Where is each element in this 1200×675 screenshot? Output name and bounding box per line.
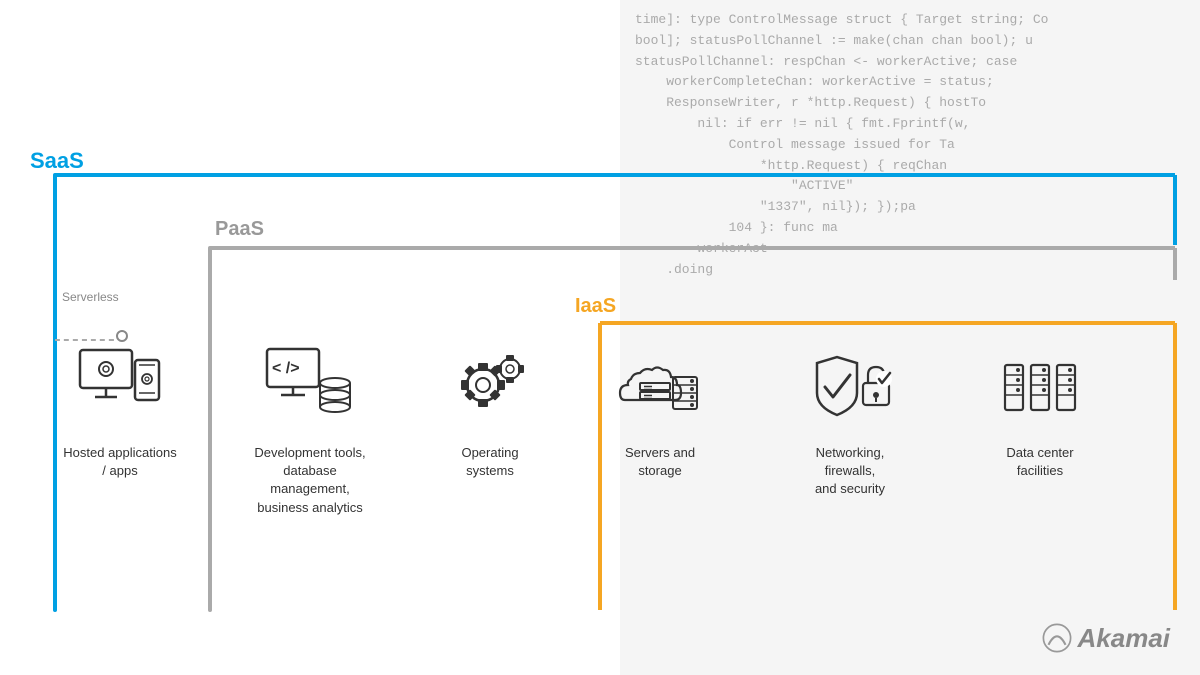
saas-label: SaaS (30, 148, 84, 174)
os-label: Operatingsystems (461, 444, 518, 480)
servers-item: Servers andstorage (570, 340, 750, 517)
networking-item: Networking,firewalls,and security (750, 340, 950, 517)
servers-icon (615, 340, 705, 430)
akamai-logo-icon (1040, 621, 1074, 655)
bracket-lines (0, 0, 1200, 675)
datacenter-item: Data centerfacilities (950, 340, 1130, 517)
serverless-label: Serverless (62, 290, 119, 304)
datacenter-label: Data centerfacilities (1006, 444, 1073, 480)
paas-label: PaaS (215, 218, 264, 241)
servers-label: Servers andstorage (625, 444, 695, 480)
datacenter-icon (995, 340, 1085, 430)
networking-icon (805, 340, 895, 430)
icons-row: Hosted applications/ apps < /> (30, 340, 1130, 517)
akamai-logo: Akamai (1040, 621, 1171, 655)
networking-label: Networking,firewalls,and security (815, 444, 885, 499)
dev-tools-icon: < /> (265, 340, 355, 430)
diagram-area: SaaS PaaS IaaS Serverless (0, 0, 1200, 675)
iaas-label: IaaS (575, 295, 616, 318)
akamai-logo-text: Akamai (1078, 623, 1171, 654)
hosted-apps-label: Hosted applications/ apps (63, 444, 176, 480)
svg-text:< />: < /> (272, 360, 300, 377)
os-icon (445, 340, 535, 430)
hosted-apps-item: Hosted applications/ apps (30, 340, 210, 517)
os-item: Operatingsystems (410, 340, 570, 517)
hosted-apps-icon (75, 340, 165, 430)
dev-tools-item: < /> Development tools,databasemanagemen… (210, 340, 410, 517)
dev-tools-label: Development tools,databasemanagement,bus… (254, 444, 365, 517)
